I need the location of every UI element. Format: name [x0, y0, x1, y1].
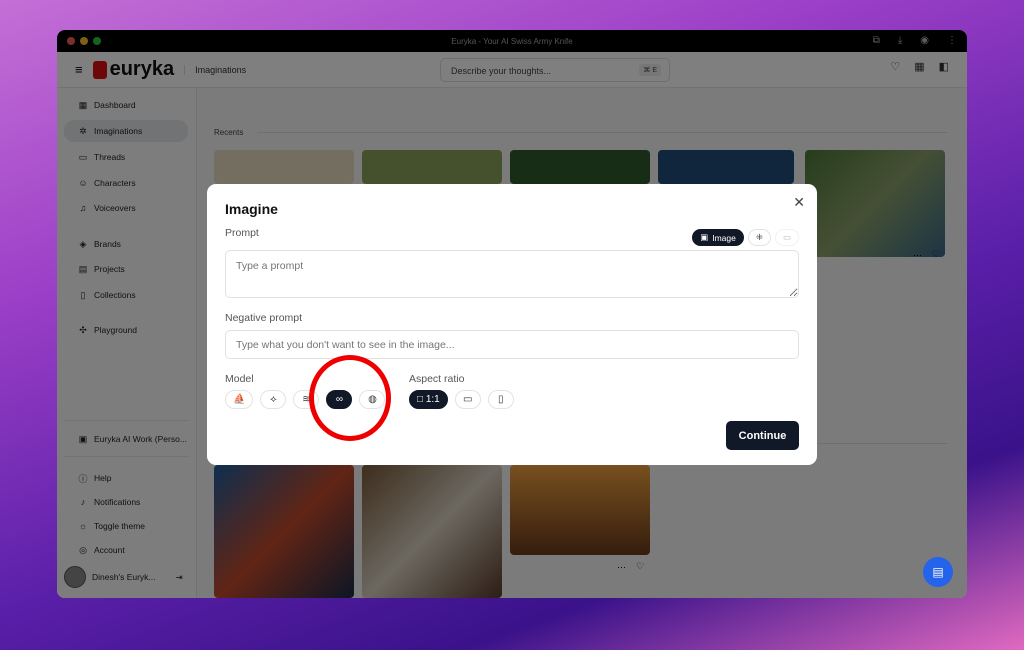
negative-prompt-label: Negative prompt: [225, 312, 303, 324]
mode-audio-button[interactable]: ⁜: [747, 229, 771, 246]
dialog-title: Imagine: [225, 201, 278, 217]
aspect-option-2[interactable]: ▭: [454, 390, 481, 409]
negative-prompt-input[interactable]: [225, 330, 799, 359]
imagine-dialog: Imagine ✕ Prompt ▣Image ⁜ ▭ Negative pro…: [207, 184, 817, 465]
prompt-input[interactable]: [225, 250, 799, 298]
audio-icon: ⁜: [755, 232, 763, 242]
continue-button[interactable]: Continue: [726, 421, 799, 450]
mode-image-button[interactable]: ▣ Image: [692, 229, 744, 246]
red-circle-annotation: [309, 355, 391, 441]
aspect-ratio-label: Aspect ratio: [409, 373, 465, 385]
image-icon: ▣: [700, 232, 709, 242]
mode-video-button[interactable]: ▭: [774, 229, 799, 246]
prompt-label: Prompt: [225, 227, 259, 239]
aspect-option-1[interactable]: □ 1:1: [409, 390, 448, 409]
chat-support-button[interactable]: ▤: [923, 557, 953, 587]
model-option-2[interactable]: ⟡: [260, 390, 287, 409]
model-option-1[interactable]: ⛵: [225, 390, 254, 409]
close-icon[interactable]: ✕: [793, 194, 805, 211]
model-label: Model: [225, 373, 254, 385]
video-icon: ▭: [782, 232, 791, 242]
aspect-option-3[interactable]: ▯: [487, 390, 514, 409]
